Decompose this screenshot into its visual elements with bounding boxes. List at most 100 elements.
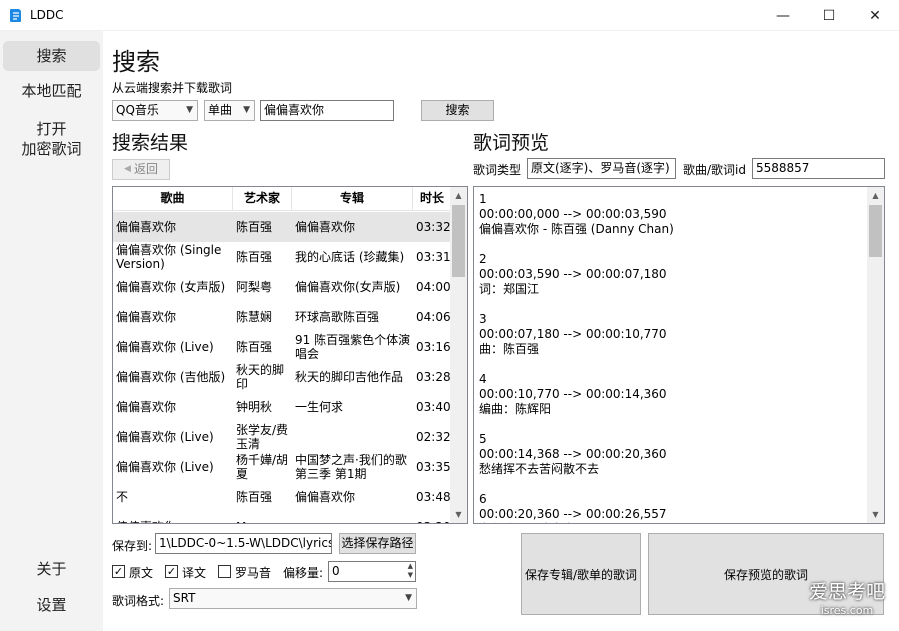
table-row[interactable]: 偏偏喜欢你 (Live) 陈百强 91 陈百强紫色个体演唱会 03:16 — [113, 332, 451, 362]
cell-song: 偏偏喜欢你 — [116, 310, 177, 324]
cell-duration: 03:35 — [416, 460, 451, 474]
sidebar-item-about[interactable]: 关于 — [3, 559, 100, 583]
cell-artist: 陈慧娴 — [236, 310, 273, 324]
sidebar-item-local-match[interactable]: 本地匹配 — [3, 81, 100, 105]
page-subtitle: 从云端搜索并下载歌词 — [112, 81, 233, 95]
cell-album — [292, 422, 413, 452]
cell-album — [292, 512, 413, 523]
cell-artist: 张学友/费玉清 — [236, 423, 289, 451]
source-select[interactable]: QQ音乐 ▼ — [112, 100, 198, 121]
scroll-thumb[interactable] — [869, 205, 882, 257]
spin-arrows-icon[interactable]: ▲ ▼ — [408, 562, 413, 580]
preview-scrollbar[interactable]: ▲ ▼ — [867, 187, 884, 523]
sidebar-item-search[interactable]: 搜索 — [3, 41, 100, 71]
scroll-up-icon[interactable]: ▲ — [450, 187, 467, 204]
cell-duration: 03:16 — [416, 340, 451, 354]
cell-album: 偏偏喜欢你(女声版) — [295, 280, 401, 294]
source-select-value: QQ音乐 — [116, 103, 159, 117]
cell-song: 偏偏喜欢你 (女声版) — [116, 280, 226, 294]
chevron-down-icon: ▼ — [405, 593, 412, 603]
table-row[interactable]: 偏偏喜欢你 陈慧娴 环球高歌陈百强 04:06 — [113, 302, 451, 332]
lyrics-file-icon — [10, 9, 21, 22]
chevron-down-icon: ▼ — [243, 105, 250, 115]
cell-album: 秋天的脚印吉他作品 — [295, 370, 404, 384]
romaji-checkbox[interactable] — [218, 565, 231, 578]
watermark: 爱思考吧 isres.com — [809, 577, 885, 617]
cell-song: 偏偏喜欢你 (吉他版) — [116, 370, 226, 384]
cell-album: 中国梦之声·我们的歌 第三季 第1期 — [295, 453, 407, 481]
lyric-block: 1 00:00:00,000 --> 00:00:03,590 偏偏喜欢你 - … — [479, 192, 674, 236]
scroll-down-icon[interactable]: ▼ — [867, 506, 884, 523]
lyric-block: 3 00:00:07,180 --> 00:00:10,770 曲：陈百强 — [479, 312, 667, 356]
column-header-song[interactable]: 歌曲 — [113, 187, 233, 210]
results-title: 搜索结果 — [112, 132, 189, 154]
cell-song: 偏偏喜欢你 — [113, 512, 233, 523]
search-button[interactable]: 搜索 — [421, 100, 494, 121]
table-row[interactable]: 偏偏喜欢你 陈百强 偏偏喜欢你 03:32 — [113, 212, 451, 242]
cell-duration: 02:32 — [416, 430, 451, 444]
translation-checkbox[interactable]: ✓ — [165, 565, 178, 578]
format-select-value: SRT — [173, 591, 196, 605]
cell-album: 一生何求 — [295, 400, 344, 414]
format-select[interactable]: SRT ▼ — [169, 588, 417, 609]
cell-song: 偏偏喜欢你 — [116, 220, 177, 234]
scroll-down-icon[interactable]: ▼ — [450, 506, 467, 523]
save-path-field[interactable]: 1\LDDC-0~1.5-W\LDDC\lyrics — [155, 533, 332, 554]
search-input[interactable]: 偏偏喜欢你 — [260, 100, 394, 121]
title-bar[interactable]: LDDC — ☐ ✕ — [0, 0, 899, 31]
lyric-block: 6 00:00:20,360 --> 00:00:26,557 为何我心一片空虚 — [479, 492, 667, 523]
column-header-duration[interactable]: 时长 — [413, 187, 451, 210]
table-row[interactable]: 偏偏喜欢你 (Live) 张学友/费玉清 02:32 — [113, 422, 451, 452]
results-table[interactable]: 歌曲 艺术家 专辑 时长 偏偏喜欢你 陈百强 偏偏喜欢你 03:32 偏偏喜欢你 (Si… — [112, 186, 468, 524]
cell-song: 偏偏喜欢你 (Live) — [116, 430, 214, 444]
column-header-album[interactable]: 专辑 — [292, 187, 413, 210]
cell-artist: 秋天的脚印 — [236, 363, 285, 391]
table-row[interactable]: 偏偏喜欢你Mr.wu 03:20 — [113, 512, 451, 523]
table-row[interactable]: 偏偏喜欢你 (吉他版) 秋天的脚印 秋天的脚印吉他作品 03:28 — [113, 362, 451, 392]
offset-spinbox[interactable]: 0 ▲ ▼ — [328, 561, 416, 582]
lyrics-type-field[interactable]: 原文(逐字)、罗马音(逐字) — [527, 158, 676, 179]
minimize-button[interactable]: — — [760, 0, 806, 31]
cell-artist: 杨千嬅/胡夏 — [236, 453, 289, 481]
maximize-button[interactable]: ☐ — [806, 0, 852, 31]
cell-duration: 03:20 — [413, 512, 451, 523]
chevron-down-icon: ▼ — [186, 105, 193, 115]
type-select[interactable]: 单曲 ▼ — [204, 100, 255, 121]
cell-album: 偏偏喜欢你 — [295, 220, 356, 234]
lyric-block: 2 00:00:03,590 --> 00:00:07,180 词：郑国江 — [479, 252, 667, 296]
song-id-label: 歌曲/歌词id — [683, 163, 746, 177]
cell-artist: 陈百强 — [236, 220, 273, 234]
cell-song: 偏偏喜欢你 (Single Version) — [116, 243, 222, 271]
left-arrow-icon: ◀ — [124, 164, 131, 174]
results-scrollbar[interactable]: ▲ ▼ — [450, 187, 467, 523]
table-row[interactable]: 偏偏喜欢你 钟明秋 一生何求 03:40 — [113, 392, 451, 422]
table-row[interactable]: 不 陈百强 偏偏喜欢你 03:48 — [113, 482, 451, 512]
cell-duration: 04:00 — [416, 280, 451, 294]
choose-path-button[interactable]: 选择保存路径 — [339, 533, 416, 554]
table-row[interactable]: 偏偏喜欢你 (Single Version) 陈百强 我的心底话 (珍藏集) 03:3… — [113, 242, 451, 272]
save-album-lyrics-button[interactable]: 保存专辑/歌单的歌词 — [521, 533, 641, 615]
table-header: 歌曲 艺术家 专辑 时长 — [113, 187, 451, 211]
translation-label: 译文 — [182, 566, 207, 580]
column-header-artist[interactable]: 艺术家 — [233, 187, 292, 210]
cell-album: 91 陈百强紫色个体演唱会 — [295, 333, 411, 361]
lyrics-type-label: 歌词类型 — [473, 163, 522, 177]
table-row[interactable]: 偏偏喜欢你 (Live) 杨千嬅/胡夏 中国梦之声·我们的歌 第三季 第1期 03:3… — [113, 452, 451, 482]
preview-title: 歌词预览 — [473, 132, 550, 154]
scroll-up-icon[interactable]: ▲ — [867, 187, 884, 204]
original-checkbox[interactable]: ✓ — [112, 565, 125, 578]
cell-album: 环球高歌陈百强 — [295, 310, 380, 324]
close-button[interactable]: ✕ — [852, 0, 898, 31]
romaji-label: 罗马音 — [235, 566, 272, 580]
format-label: 歌词格式: — [112, 594, 165, 608]
cell-artist: 陈百强 — [236, 340, 273, 354]
sidebar-item-settings[interactable]: 设置 — [3, 595, 100, 619]
song-id-field[interactable]: 5588857 — [752, 158, 885, 179]
lyrics-preview[interactable]: 1 00:00:00,000 --> 00:00:03,590 偏偏喜欢你 - … — [473, 186, 885, 524]
scroll-thumb[interactable] — [452, 205, 465, 277]
sidebar-item-open-encrypted[interactable]: 打开 加密歌词 — [3, 119, 100, 161]
watermark-url: isres.com — [820, 604, 874, 617]
table-row[interactable]: 偏偏喜欢你 (女声版) 阿梨粤 偏偏喜欢你(女声版) 04:00 — [113, 272, 451, 302]
back-button-label: 返回 — [133, 162, 158, 176]
back-button[interactable]: ◀ 返回 — [112, 159, 170, 180]
